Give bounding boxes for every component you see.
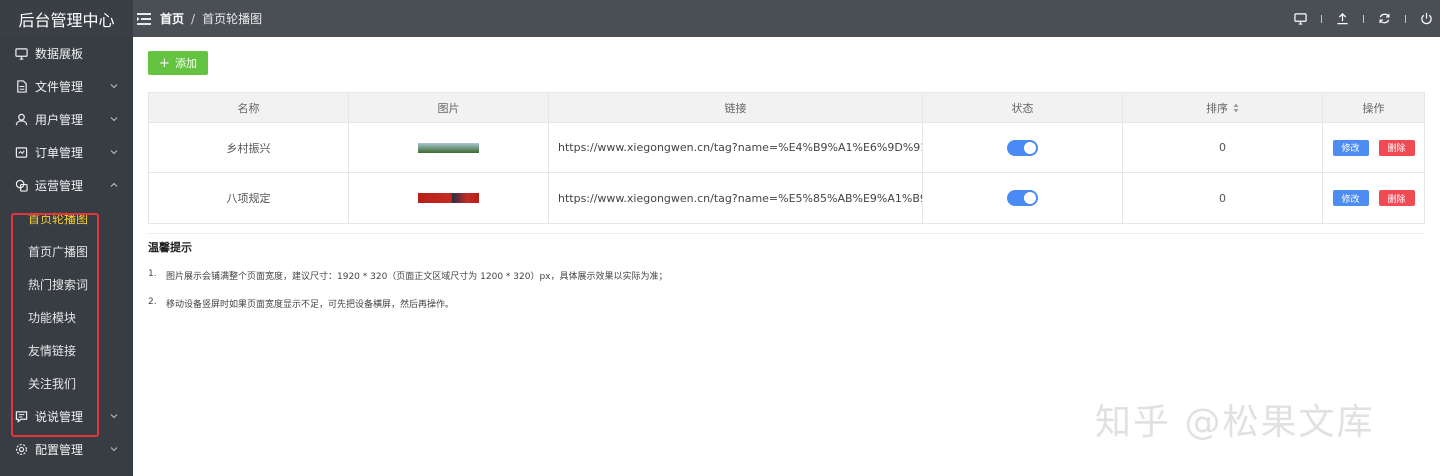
cell-sort: 0 <box>1123 123 1323 172</box>
tips-divider <box>148 233 1425 234</box>
sidebar: 后台管理中心 数据展板 文件管理 用户管理 订单管理 运营管理 首页轮播图 首页… <box>0 0 133 476</box>
table-row: 乡村振兴 https://www.xiegongwen.cn/tag?name=… <box>149 123 1424 173</box>
sidebar-item-label: 数据展板 <box>35 47 84 61</box>
monitor-icon[interactable] <box>1294 12 1307 25</box>
plus-icon: + <box>159 55 170 71</box>
sidebar-subitem-home-carousel[interactable]: 首页轮播图 <box>0 202 133 235</box>
sidebar-subitem-follow-us[interactable]: 关注我们 <box>0 367 133 400</box>
add-button[interactable]: + 添加 <box>148 51 208 75</box>
column-header-actions: 操作 <box>1362 101 1385 115</box>
column-header-name: 名称 <box>149 93 349 122</box>
chevron-down-icon <box>110 412 118 420</box>
app-title: 后台管理中心 <box>0 0 133 37</box>
header-tools <box>1294 0 1433 37</box>
settings-icon <box>15 443 28 456</box>
sidebar-item-label: 文件管理 <box>35 80 84 94</box>
status-toggle[interactable] <box>1007 139 1038 156</box>
chevron-down-icon <box>110 115 118 123</box>
cell-sort: 0 <box>1123 173 1323 223</box>
carousel-thumbnail <box>418 142 479 153</box>
message-icon <box>15 410 28 423</box>
carousel-table: 名称 图片 链接 状态 排序 操作 乡村振兴 https://www.xiego… <box>148 92 1425 224</box>
edit-button[interactable]: 修改 <box>1332 190 1369 206</box>
sidebar-item-label: 配置管理 <box>35 443 84 457</box>
tips-title: 温馨提示 <box>148 241 192 254</box>
chevron-down-icon <box>110 148 118 156</box>
chevron-down-icon <box>110 445 118 453</box>
power-icon[interactable] <box>1420 12 1433 25</box>
edit-button[interactable]: 修改 <box>1332 139 1369 156</box>
sidebar-item-operations[interactable]: 运营管理 <box>0 169 133 202</box>
sidebar-subitem-feature-modules[interactable]: 功能模块 <box>0 301 133 334</box>
menu-toggle-icon[interactable] <box>137 12 151 25</box>
sidebar-nav: 数据展板 文件管理 用户管理 订单管理 运营管理 首页轮播图 首页广播图 热门搜… <box>0 37 133 466</box>
cell-link: https://www.xiegongwen.cn/tag?name=%E4%B… <box>549 123 923 172</box>
user-icon <box>15 113 28 126</box>
tip-item: 1. 图片展示会铺满整个页面宽度，建议尺寸：1920 * 320（页面正文区域尺… <box>148 269 1425 282</box>
cell-status <box>923 123 1123 172</box>
sidebar-item-files[interactable]: 文件管理 <box>0 70 133 103</box>
toggle-knob <box>1024 141 1036 154</box>
delete-button[interactable]: 删除 <box>1378 139 1415 156</box>
column-header-link: 链接 <box>549 93 923 122</box>
cell-actions: 修改 删除 <box>1323 123 1424 172</box>
carousel-thumbnail <box>418 193 479 203</box>
tip-number: 1. <box>148 269 157 279</box>
sidebar-item-label: 说说管理 <box>35 410 84 424</box>
sidebar-item-orders[interactable]: 订单管理 <box>0 136 133 169</box>
file-icon <box>15 80 28 93</box>
sort-icon[interactable] <box>1233 103 1239 113</box>
tips-section: 温馨提示 1. 图片展示会铺满整个页面宽度，建议尺寸：1920 * 320（页面… <box>148 237 1425 325</box>
table-row: 八项规定 https://www.xiegongwen.cn/tag?name=… <box>149 173 1424 223</box>
sidebar-item-label: 订单管理 <box>35 146 84 160</box>
cell-status <box>923 173 1123 223</box>
sidebar-subitem-friend-links[interactable]: 友情链接 <box>0 334 133 367</box>
operations-icon <box>15 179 28 192</box>
chevron-down-icon <box>110 82 118 90</box>
cell-actions: 修改 删除 <box>1323 173 1424 223</box>
add-button-label: 添加 <box>174 57 197 70</box>
tool-divider <box>1321 14 1322 23</box>
cell-image <box>349 123 549 172</box>
sidebar-item-label: 用户管理 <box>35 113 84 127</box>
sidebar-item-label: 运营管理 <box>35 179 84 193</box>
upload-icon[interactable] <box>1336 12 1349 25</box>
watermark: 知乎 @松果文库 <box>1095 402 1375 443</box>
top-header: 首页 / 首页轮播图 <box>133 0 1440 37</box>
breadcrumb: 首页 / 首页轮播图 <box>160 10 262 27</box>
sidebar-item-dashboard[interactable]: 数据展板 <box>0 37 133 70</box>
column-header-sort-label: 排序 <box>1206 101 1228 115</box>
delete-button[interactable]: 删除 <box>1378 190 1415 206</box>
tip-item: 2. 移动设备竖屏时如果页面宽度显示不足，可先把设备横屏，然后再操作。 <box>148 297 1425 310</box>
toggle-knob <box>1024 192 1036 204</box>
sidebar-subitem-home-broadcast[interactable]: 首页广播图 <box>0 235 133 268</box>
sidebar-item-posts[interactable]: 说说管理 <box>0 400 133 433</box>
sidebar-subitem-hot-search[interactable]: 热门搜索词 <box>0 268 133 301</box>
chevron-up-icon <box>110 181 118 189</box>
table-header: 名称 图片 链接 状态 排序 操作 <box>149 93 1424 123</box>
sidebar-item-users[interactable]: 用户管理 <box>0 103 133 136</box>
cell-link: https://www.xiegongwen.cn/tag?name=%E5%8… <box>549 173 923 223</box>
tip-text: 移动设备竖屏时如果页面宽度显示不足，可先把设备横屏，然后再操作。 <box>166 300 455 310</box>
tool-divider <box>1405 14 1406 23</box>
cell-image <box>349 173 549 223</box>
column-header-image: 图片 <box>349 93 549 122</box>
status-toggle[interactable] <box>1007 190 1038 206</box>
monitor-icon <box>15 47 28 60</box>
cell-name: 乡村振兴 <box>149 123 349 172</box>
tip-text: 图片展示会铺满整个页面宽度，建议尺寸：1920 * 320（页面正文区域尺寸为 … <box>166 272 668 282</box>
refresh-icon[interactable] <box>1378 12 1391 25</box>
breadcrumb-current: 首页轮播图 <box>202 12 263 26</box>
tip-number: 2. <box>148 297 157 307</box>
order-icon <box>15 146 28 159</box>
tool-divider <box>1363 14 1364 23</box>
breadcrumb-separator: / <box>191 11 196 26</box>
column-header-status: 状态 <box>923 93 1123 122</box>
cell-name: 八项规定 <box>149 173 349 223</box>
column-header-sort[interactable]: 排序 <box>1123 93 1323 122</box>
breadcrumb-home[interactable]: 首页 <box>160 10 184 27</box>
sidebar-item-settings[interactable]: 配置管理 <box>0 433 133 466</box>
